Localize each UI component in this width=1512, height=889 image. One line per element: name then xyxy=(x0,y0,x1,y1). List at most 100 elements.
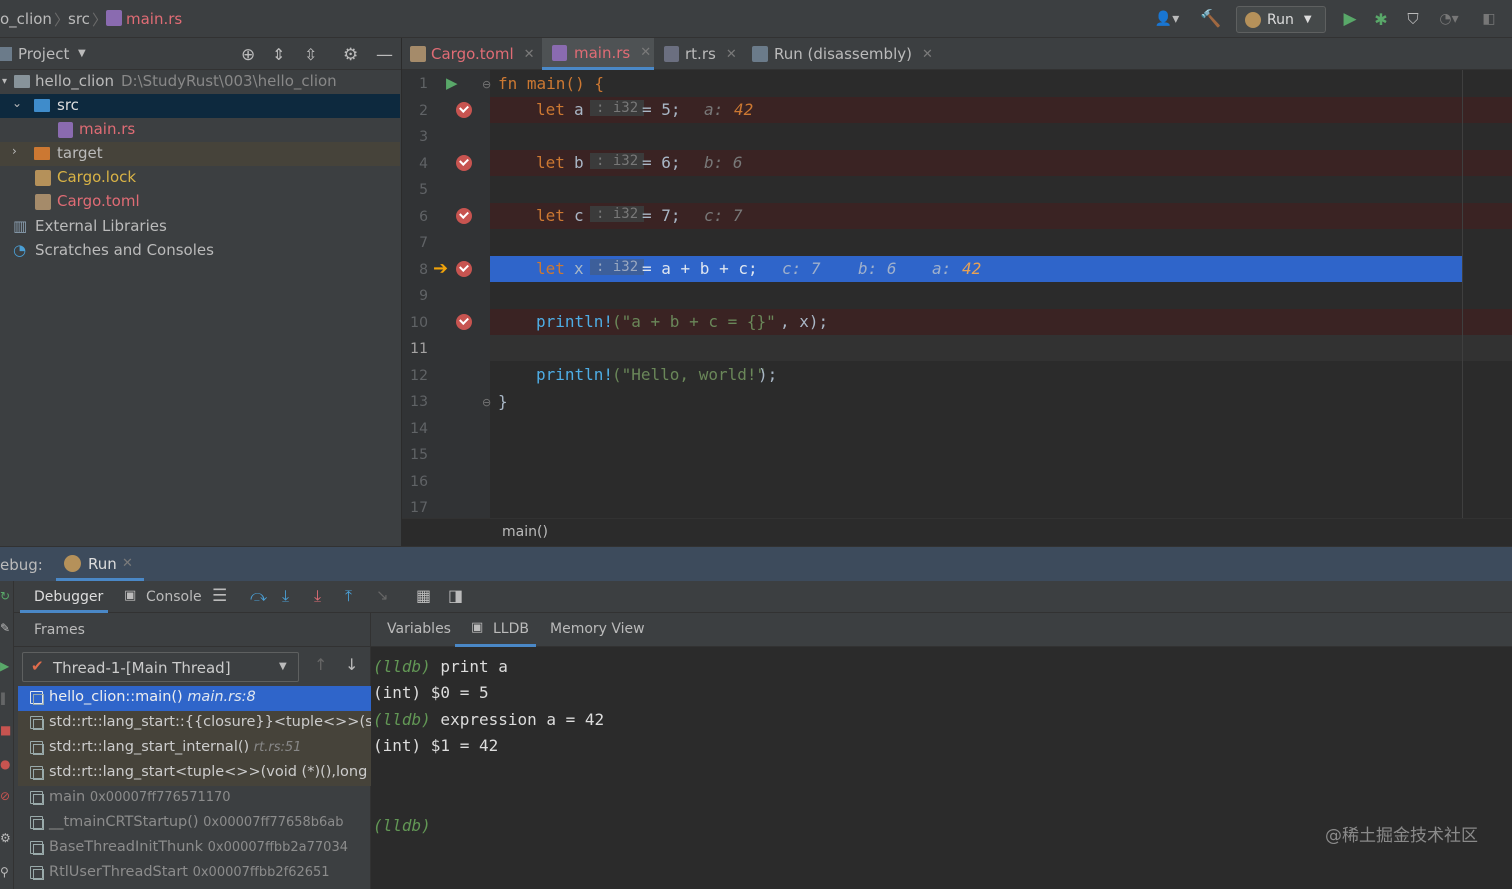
resume-icon[interactable]: ▶ xyxy=(0,659,9,673)
tab-variables[interactable]: Variables xyxy=(387,621,451,637)
frame-row[interactable]: __tmainCRTStartup() 0x00007ff77658b6ab xyxy=(18,811,371,836)
user-icon[interactable]: 👤▾ xyxy=(1150,8,1184,30)
close-icon[interactable]: ✕ xyxy=(726,47,737,62)
frame-row[interactable]: std::rt::lang_start<tuple<>>(void (*)(),… xyxy=(18,761,371,786)
minimize-icon[interactable]: — xyxy=(376,45,393,65)
tree-item-main-rs[interactable]: main.rs xyxy=(0,118,400,142)
tab-run-disassembly[interactable]: Run (disassembly) ✕ xyxy=(752,38,933,70)
code-text: ); xyxy=(758,365,778,384)
tab-rt-rs[interactable]: rt.rs ✕ xyxy=(664,38,737,70)
locate-icon[interactable]: ⊕ xyxy=(241,45,255,65)
breakpoint-icon[interactable] xyxy=(456,208,472,224)
tree-item-cargo-lock[interactable]: Cargo.lock xyxy=(0,166,400,190)
tree-item-project-root[interactable]: ▾ hello_clion D:\StudyRust\003\hello_cli… xyxy=(0,70,400,94)
code-line-12[interactable]: println! ("Hello, world!" ); xyxy=(490,362,1512,388)
stop-icon[interactable]: ◧ xyxy=(1478,8,1500,30)
breadcrumb-folder[interactable]: src xyxy=(68,10,90,28)
tree-item-external-libraries[interactable]: ▥ External Libraries xyxy=(0,215,400,239)
tree-item-target[interactable]: › target xyxy=(0,142,400,166)
frame-row[interactable]: std::rt::lang_start_internal() rt.rs:51 xyxy=(18,736,371,761)
view-breakpoints-icon[interactable]: ● xyxy=(0,757,10,771)
code-line-1[interactable]: fn main() { xyxy=(490,71,1512,97)
gear-icon[interactable]: ⚙ xyxy=(0,831,11,845)
run-configuration-select[interactable]: Run ▼ xyxy=(1236,6,1326,33)
gutter[interactable]: 1 2 3 4 5 6 7 8 9 10 11 12 13 14 15 16 1… xyxy=(402,70,491,518)
evaluate-expression-icon[interactable]: ▦ xyxy=(416,586,431,605)
frame-row[interactable]: std::rt::lang_start::{{closure}}<tuple<>… xyxy=(18,711,371,736)
frame-name: BaseThreadInitThunk xyxy=(49,839,204,855)
layout-icon[interactable]: ◨ xyxy=(448,586,463,605)
tree-item-src[interactable]: ⌄ src xyxy=(0,94,400,118)
chevron-down-icon: ▼ xyxy=(279,661,287,672)
code-line-10[interactable]: println! ("a + b + c = {}" , x); xyxy=(490,309,1512,335)
breakpoint-icon[interactable] xyxy=(456,261,472,277)
editor-breadcrumb[interactable]: main() xyxy=(502,524,548,540)
wrench-icon[interactable]: ✎ xyxy=(0,621,10,635)
close-icon[interactable]: ✕ xyxy=(122,556,133,571)
code-text: = a + b + c; xyxy=(642,259,758,278)
breadcrumb-file[interactable]: main.rs xyxy=(126,10,182,28)
menu-lines-icon[interactable]: ☰ xyxy=(212,586,227,606)
tab-lldb[interactable]: ▣ LLDB xyxy=(455,613,536,647)
frame-row[interactable]: RtlUserThreadStart 0x00007ffbb2f62651 xyxy=(18,861,371,886)
tree-item-scratches[interactable]: ◔ Scratches and Consoles xyxy=(0,239,400,263)
code-line-6[interactable]: let c : i32 = 7; c: 7 xyxy=(490,203,1512,229)
close-icon[interactable]: ✕ xyxy=(524,47,535,62)
type-hint: : i32 xyxy=(590,206,645,222)
code-text: fn main() { xyxy=(498,74,604,93)
watermark: @稀土掘金技术社区 xyxy=(1325,826,1478,846)
rerun-icon[interactable]: ↻ xyxy=(0,589,10,603)
close-icon[interactable]: ✕ xyxy=(640,45,651,60)
close-icon[interactable]: ✕ xyxy=(922,47,933,62)
thread-select[interactable]: ✔ Thread-1-[Main Thread] ▼ xyxy=(22,652,299,682)
frame-row[interactable]: hello_clion::main() main.rs:8 xyxy=(18,686,371,711)
step-into-icon[interactable]: ⤓ xyxy=(282,586,289,606)
line-number: 13 xyxy=(410,394,428,410)
collapse-all-icon[interactable]: ⇳ xyxy=(304,45,317,64)
chevron-down-icon[interactable]: ▼ xyxy=(78,48,86,59)
tree-item-cargo-toml[interactable]: Cargo.toml xyxy=(0,190,400,214)
arrow-down-icon[interactable]: ↓ xyxy=(345,655,358,674)
debug-run-tab[interactable]: Run ✕ xyxy=(56,547,144,581)
pin-icon[interactable]: ⚲ xyxy=(0,865,9,879)
step-out-icon[interactable]: ⤒ xyxy=(345,586,352,606)
frame-row[interactable]: BaseThreadInitThunk 0x00007ffbb2a77034 xyxy=(18,836,371,861)
run-to-cursor-icon[interactable]: ↘ xyxy=(376,586,389,604)
tab-cargo-toml[interactable]: Cargo.toml ✕ xyxy=(410,38,535,70)
stop-icon[interactable]: ■ xyxy=(0,723,11,737)
console-line: (int) $0 = 5 xyxy=(373,683,489,702)
breakpoint-icon[interactable] xyxy=(456,314,472,330)
code-line-2[interactable]: let a : i32 = 5; a: 42 xyxy=(490,97,1512,123)
profile-icon[interactable]: ◔▾ xyxy=(1432,8,1466,30)
gear-icon[interactable]: ⚙ xyxy=(343,45,358,65)
tab-memory-view[interactable]: Memory View xyxy=(550,621,645,637)
arrow-up-icon[interactable]: ↑ xyxy=(314,655,327,674)
run-icon[interactable]: ▶ xyxy=(1340,8,1360,30)
inline-value-label: a: xyxy=(932,259,961,278)
project-panel-title[interactable]: Project xyxy=(18,45,69,63)
expand-all-icon[interactable]: ⇕ xyxy=(272,45,285,64)
coverage-icon[interactable]: ⛉ xyxy=(1402,8,1424,30)
tab-console[interactable]: Console xyxy=(146,589,202,605)
breadcrumb-project[interactable]: o_clion xyxy=(0,10,52,28)
code-line-8[interactable]: let x : i32 = a + b + c; c: 7 b: 6 a: 42 xyxy=(490,256,1512,282)
code-line-13[interactable]: } xyxy=(490,389,1512,415)
breakpoint-icon[interactable] xyxy=(456,102,472,118)
step-over-icon[interactable]: ⤼ xyxy=(250,586,267,606)
chevron-right-icon[interactable]: › xyxy=(12,144,17,158)
frame-row[interactable]: main 0x00007ff776571170 xyxy=(18,786,371,811)
chevron-down-icon[interactable]: ▾ xyxy=(2,76,7,87)
tab-debugger[interactable]: Debugger xyxy=(20,581,108,613)
rust-file-icon xyxy=(664,46,679,62)
chevron-down-icon[interactable]: ⌄ xyxy=(12,96,22,110)
debug-bug-icon[interactable]: ✱ xyxy=(1370,8,1392,30)
breakpoint-icon[interactable] xyxy=(456,155,472,171)
tab-main-rs[interactable]: main.rs ✕ xyxy=(542,38,654,70)
build-hammer-icon[interactable]: 🔨 xyxy=(1200,8,1222,30)
run-gutter-icon[interactable]: ▶ xyxy=(446,74,458,92)
mute-breakpoints-icon[interactable]: ⊘ xyxy=(0,789,10,803)
pause-icon[interactable]: ‖ xyxy=(0,691,6,705)
force-step-into-icon[interactable]: ⤓ xyxy=(314,586,321,606)
console-input-line[interactable]: (lldb) xyxy=(373,816,431,835)
code-line-4[interactable]: let b : i32 = 6; b: 6 xyxy=(490,150,1512,176)
